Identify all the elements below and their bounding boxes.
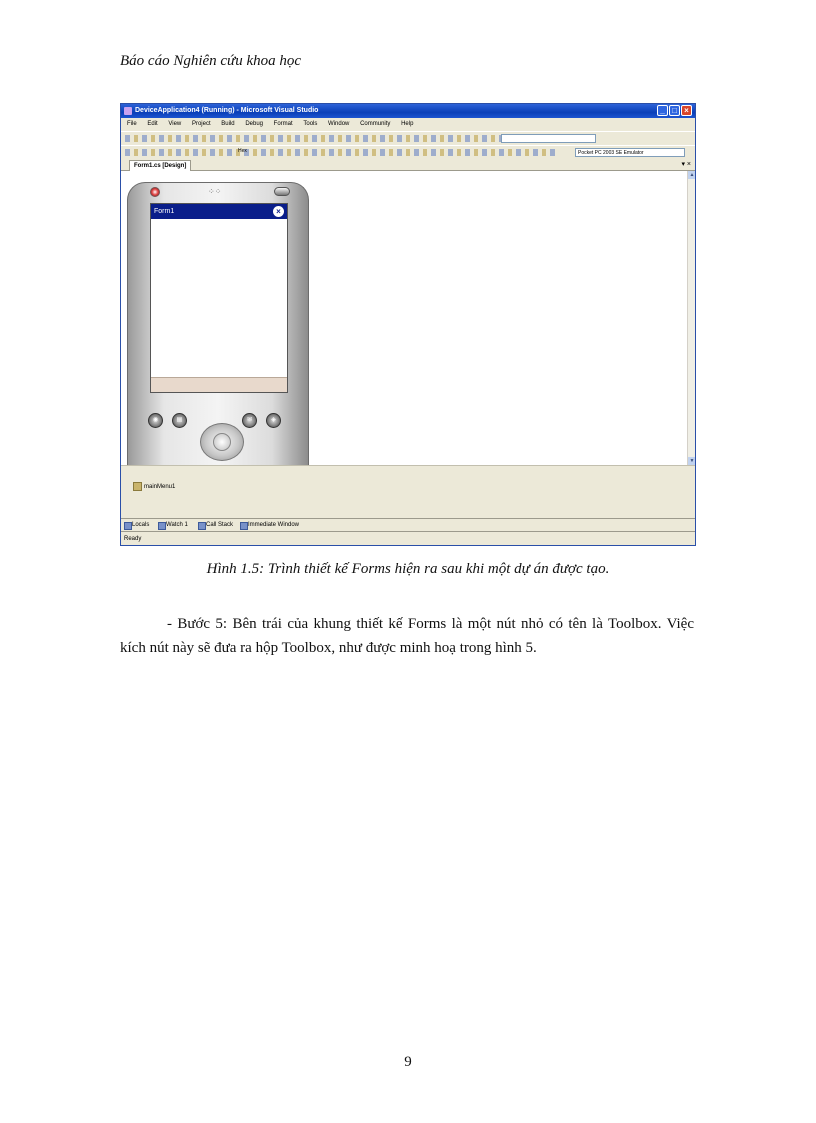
menu-edit[interactable]: Edit <box>147 121 157 127</box>
hardware-button-home-icon: ◈ <box>266 413 281 428</box>
status-bar: Ready <box>121 531 695 545</box>
toolbar-icons[interactable] <box>125 135 545 142</box>
windows-flag-icon: ⁘⁘ <box>208 187 222 196</box>
figure-caption: Hình 1.5: Trình thiết kế Forms hiện ra s… <box>0 561 816 578</box>
scroll-down-icon[interactable]: ▼ <box>688 457 695 465</box>
maximize-icon[interactable]: □ <box>669 105 680 116</box>
tab-close-icon[interactable]: ▾ × <box>681 159 691 170</box>
tab-form1-design[interactable]: Form1.cs [Design] <box>129 160 192 171</box>
main-menu-strip[interactable] <box>151 377 287 392</box>
menu-file[interactable]: File <box>127 121 137 127</box>
caption-label: Hình 1.5: <box>206 561 265 577</box>
status-text: Ready <box>124 536 142 542</box>
menu-project[interactable]: Project <box>192 121 211 127</box>
menu-bar: File Edit View Project Build Debug Forma… <box>121 119 695 130</box>
vs-screenshot-figure: DeviceApplication4 (Running) - Microsoft… <box>120 103 696 546</box>
device-screen[interactable]: Form1 × <box>150 203 288 393</box>
menu-format[interactable]: Format <box>274 121 293 127</box>
menu-window[interactable]: Window <box>328 121 349 127</box>
hardware-button-contacts-icon: ▤ <box>172 413 187 428</box>
minimize-icon[interactable]: _ <box>657 105 668 116</box>
dpad-center <box>213 433 231 451</box>
menu-build[interactable]: Build <box>221 121 234 127</box>
device-toolbar: Hex Pocket PC 2003 SE Emulator <box>121 145 695 160</box>
speaker-icon <box>274 187 290 196</box>
window-titlebar: DeviceApplication4 (Running) - Microsoft… <box>121 104 695 118</box>
menu-view[interactable]: View <box>168 121 181 127</box>
hex-button[interactable]: Hex <box>238 148 247 154</box>
tab-watch[interactable]: Watch 1 <box>157 520 188 530</box>
hardware-button-inbox-icon: ✉ <box>242 413 257 428</box>
tab-immediate-window[interactable]: Immediate Window <box>239 520 299 530</box>
form-title-bar[interactable]: Form1 × <box>151 204 287 219</box>
emulator-combo[interactable]: Pocket PC 2003 SE Emulator <box>575 148 685 157</box>
report-header: Báo cáo Nghiên cứu khoa học <box>120 53 302 69</box>
debug-window-tabs: Locals Watch 1 Call Stack Immediate Wind… <box>121 518 695 531</box>
hardware-button-calendar-icon: ◉ <box>148 413 163 428</box>
scroll-up-icon[interactable]: ▲ <box>688 171 695 179</box>
find-combo[interactable] <box>501 134 596 143</box>
tab-call-stack[interactable]: Call Stack <box>197 520 233 530</box>
body-paragraph-text: - Bước 5: Bên trái của khung thiết kế Fo… <box>120 616 694 656</box>
page-number: 9 <box>404 1054 412 1070</box>
menu-help[interactable]: Help <box>401 121 413 127</box>
device-toolbar-icons[interactable] <box>125 149 555 156</box>
tray-item-label: mainMenu1 <box>144 484 176 491</box>
body-paragraph: - Bước 5: Bên trái của khung thiết kế Fo… <box>120 612 694 660</box>
window-title: DeviceApplication4 (Running) - Microsoft… <box>135 107 319 114</box>
form-title: Form1 <box>154 208 175 215</box>
caption-text: Trình thiết kế Forms hiện ra sau khi một… <box>264 561 610 577</box>
vs-app-icon <box>124 107 132 115</box>
form-designer-surface[interactable]: ⁘⁘ Form1 × ◉ ▤ ✉ ◈ <box>121 171 687 465</box>
close-icon[interactable]: × <box>681 105 692 116</box>
designer-scrollbar[interactable]: ▲ ▼ <box>687 171 695 465</box>
tray-item-mainmenu[interactable]: mainMenu1 <box>133 482 175 491</box>
pocket-pc-device: ⁘⁘ Form1 × ◉ ▤ ✉ ◈ <box>127 182 309 465</box>
menu-community[interactable]: Community <box>360 121 390 127</box>
power-icon <box>150 187 160 197</box>
standard-toolbar <box>121 131 695 146</box>
menu-component-icon <box>133 482 142 491</box>
form-close-icon[interactable]: × <box>273 206 284 217</box>
menu-debug[interactable]: Debug <box>245 121 263 127</box>
tab-locals[interactable]: Locals <box>123 520 149 530</box>
menu-tools[interactable]: Tools <box>303 121 317 127</box>
directional-pad <box>200 423 244 461</box>
component-tray: mainMenu1 <box>121 465 695 518</box>
document-tabs: Form1.cs [Design] ▾ × <box>121 159 695 171</box>
